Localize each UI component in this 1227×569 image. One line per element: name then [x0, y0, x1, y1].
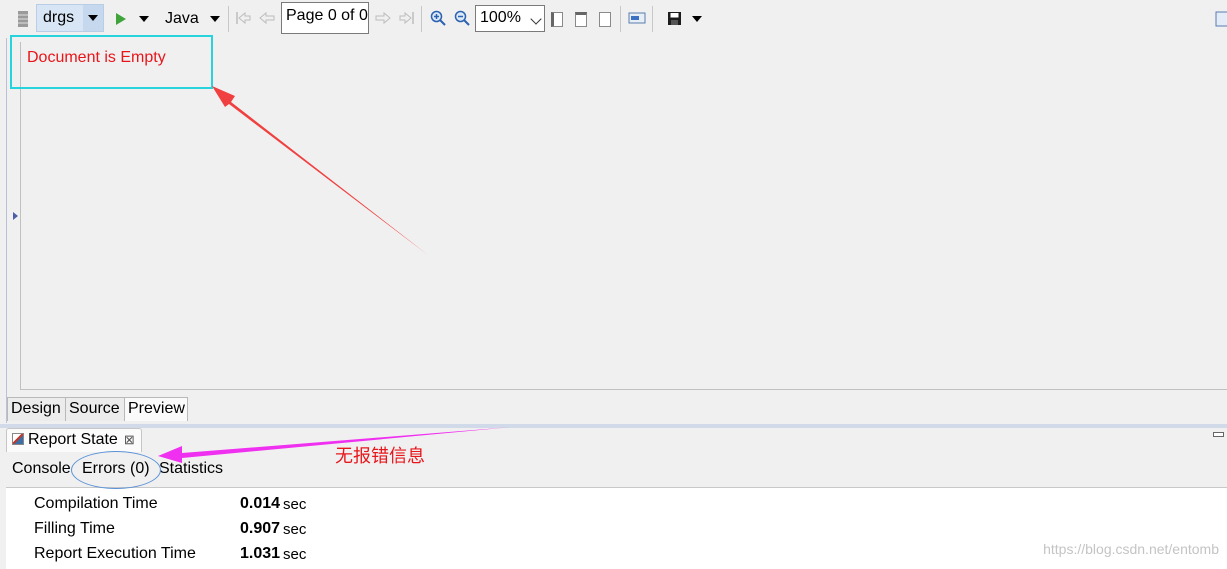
report-icon [12, 433, 24, 445]
tab-preview[interactable]: Preview [124, 397, 188, 421]
expand-arrow-icon[interactable] [13, 212, 18, 220]
minimize-icon[interactable] [1213, 432, 1224, 437]
first-page-icon[interactable] [235, 10, 251, 26]
datasource-label: drgs [43, 9, 74, 27]
subtab-statistics[interactable]: Statistics [159, 460, 223, 478]
zoom-combo[interactable]: 100% [475, 5, 545, 32]
stat-value-execution: 1.031 [240, 545, 280, 563]
last-page-icon[interactable] [399, 10, 415, 26]
chevron-down-icon[interactable] [530, 13, 541, 24]
panel-separator[interactable] [0, 424, 1227, 428]
fit-page-icon[interactable] [549, 10, 565, 28]
datasource-icon[interactable] [15, 9, 31, 29]
language-dropdown-icon[interactable] [208, 12, 222, 26]
subtab-console[interactable]: Console [12, 460, 71, 478]
stat-unit-compilation: sec [283, 496, 306, 513]
stat-value-compilation: 0.014 [240, 495, 280, 513]
toolbar: drgs Java Page 0 of 0 100% [0, 0, 1227, 38]
export-icon[interactable] [628, 10, 646, 26]
preview-canvas[interactable] [20, 42, 1227, 390]
fit-width-icon[interactable] [573, 10, 589, 28]
highlight-ellipse [71, 451, 161, 489]
stat-label-filling: Filling Time [34, 520, 115, 538]
zoom-value: 100% [480, 9, 521, 26]
stat-unit-execution: sec [283, 546, 306, 563]
report-state-title: Report State [28, 431, 118, 448]
view-menu-icon[interactable] [1214, 10, 1227, 28]
tab-source[interactable]: Source [65, 397, 125, 421]
stat-value-filling: 0.907 [240, 520, 280, 538]
stat-unit-filling: sec [283, 521, 306, 538]
tab-design[interactable]: Design [7, 397, 66, 421]
run-icon[interactable] [113, 10, 129, 28]
stat-label-execution: Report Execution Time [34, 545, 196, 563]
next-page-icon[interactable] [375, 10, 391, 26]
page-indicator[interactable]: Page 0 of 0 [281, 2, 369, 34]
highlight-box [10, 35, 213, 89]
zoom-in-icon[interactable] [430, 10, 446, 26]
save-icon[interactable] [666, 10, 682, 26]
language-selector[interactable]: Java [165, 10, 199, 28]
previous-page-icon[interactable] [259, 10, 275, 26]
save-dropdown-icon[interactable] [690, 12, 704, 26]
zoom-out-icon[interactable] [454, 10, 470, 26]
report-state-tab[interactable]: Report State ⊠ [6, 428, 142, 452]
run-dropdown-icon[interactable] [137, 12, 151, 26]
watermark: https://blog.csdn.net/entomb [1043, 541, 1219, 557]
chevron-down-icon[interactable] [83, 5, 103, 31]
stat-label-compilation: Compilation Time [34, 495, 158, 513]
close-icon[interactable]: ⊠ [124, 432, 135, 447]
datasource-selector[interactable]: drgs [36, 4, 104, 32]
actual-size-icon[interactable] [597, 10, 613, 28]
annotation-note: 无报错信息 [335, 442, 425, 468]
